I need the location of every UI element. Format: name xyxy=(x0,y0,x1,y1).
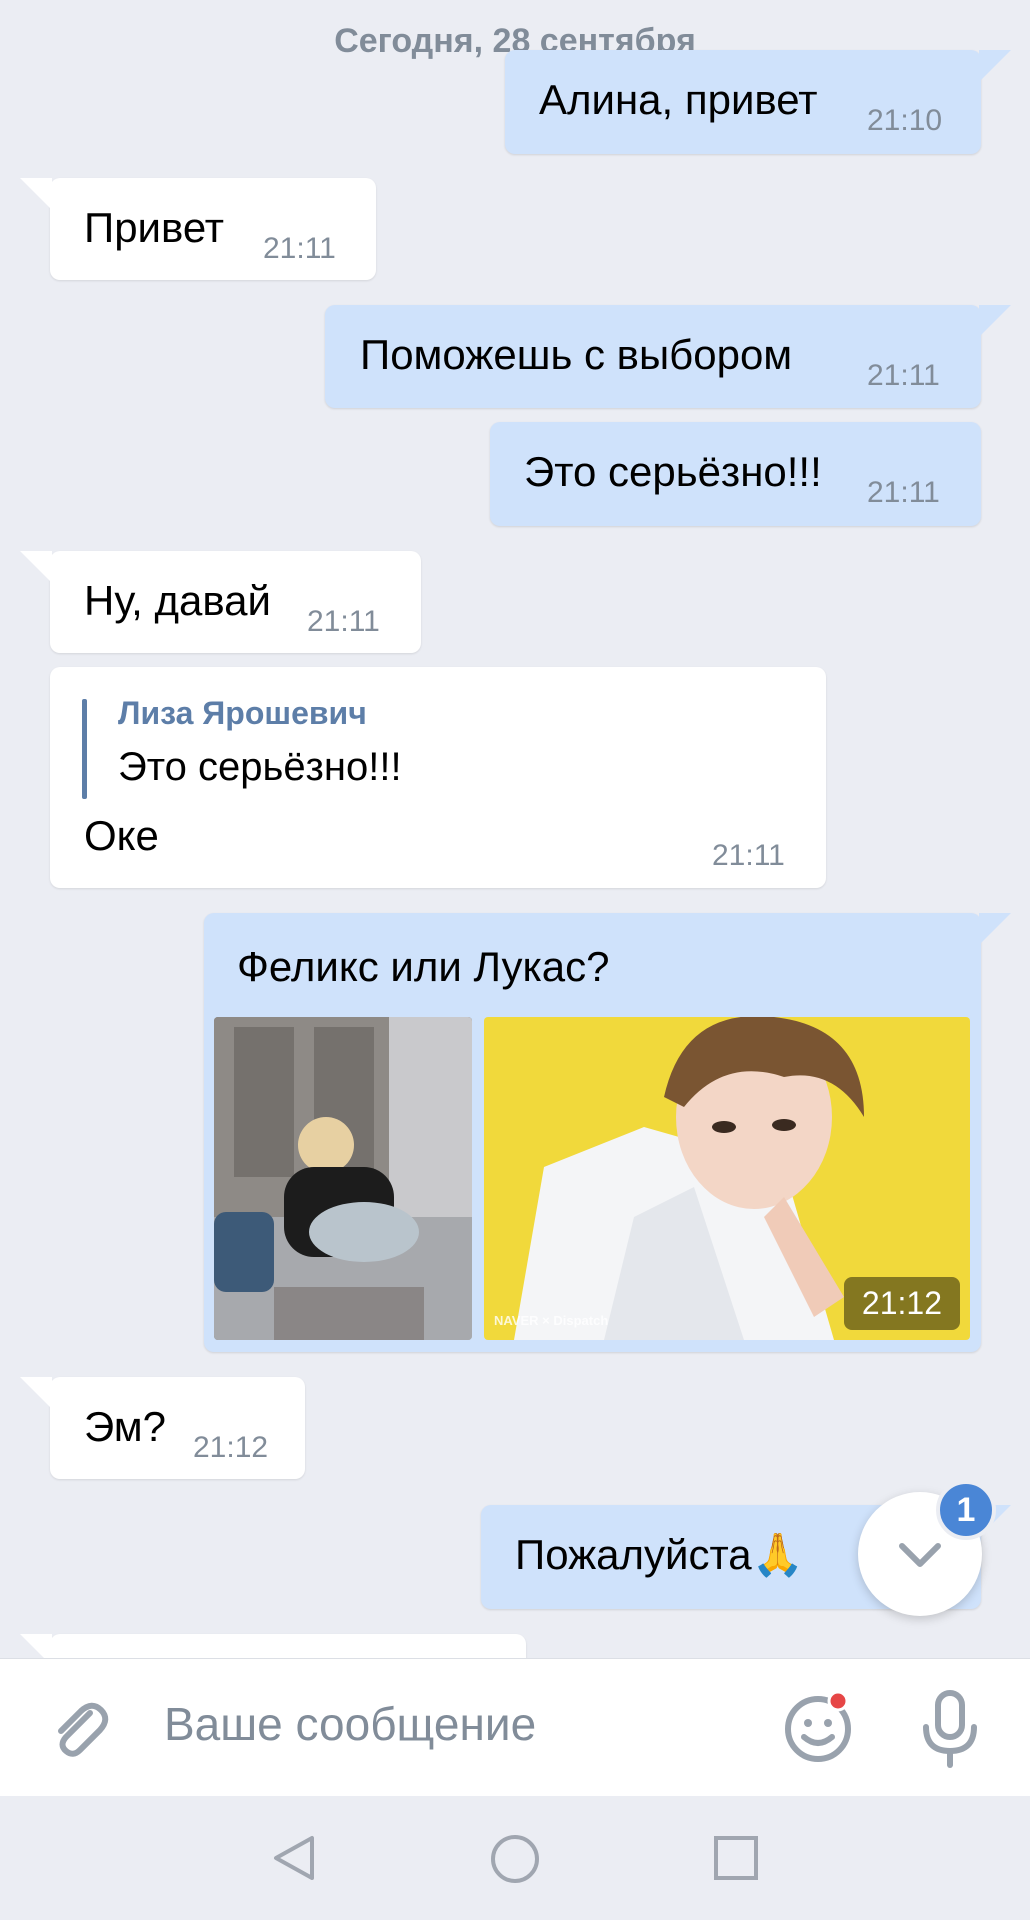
paperclip-icon xyxy=(58,1702,109,1757)
message-text: Алина, привет xyxy=(539,76,818,123)
reply-text: Это серьёзно!!! xyxy=(118,745,402,789)
message-input[interactable]: Ваше сообщение xyxy=(164,1697,536,1751)
message-time: 21:11 xyxy=(307,605,380,638)
message-outgoing[interactable]: Поможешь с выбором 21:11 xyxy=(325,305,1011,408)
voice-button[interactable] xyxy=(914,1687,986,1769)
microphone-icon xyxy=(923,1690,977,1768)
message-text: Ну, давай xyxy=(84,577,271,624)
back-triangle-icon xyxy=(274,1836,314,1880)
message-time: 21:11 xyxy=(867,359,940,392)
photo-attachment[interactable] xyxy=(214,1017,472,1340)
message-incoming[interactable]: Эм? 21:12 xyxy=(20,1377,305,1479)
emoji-icon xyxy=(785,1690,851,1762)
nav-home-button[interactable] xyxy=(488,1832,542,1886)
message-time: 21:12 xyxy=(193,1431,269,1464)
message-outgoing[interactable]: Это серьёзно!!! 21:11 xyxy=(490,422,981,526)
message-time: 21:11 xyxy=(263,232,336,265)
unread-count-badge: 1 xyxy=(936,1480,996,1540)
photo-watermark: NAVER × Dispatch xyxy=(494,1313,609,1328)
nav-recents-button[interactable] xyxy=(710,1832,762,1884)
message-incoming[interactable]: Привет 21:11 xyxy=(20,178,376,280)
photo-felix xyxy=(214,1017,472,1340)
message-text: Оке xyxy=(84,812,159,859)
nav-back-button[interactable] xyxy=(268,1832,320,1884)
system-nav-bar xyxy=(0,1796,1030,1920)
message-text: Эм? xyxy=(84,1403,166,1450)
message-outgoing-photos[interactable]: Феликс или Лукас? NAVER × Dispatch 21:12 xyxy=(204,913,1011,1352)
message-time: 21:12 xyxy=(843,1277,960,1330)
reply-author[interactable]: Лиза Ярошевич xyxy=(118,695,367,732)
attach-button[interactable] xyxy=(44,1693,114,1763)
message-text: Привет xyxy=(84,204,225,251)
message-text: Феликс или Лукас? xyxy=(237,943,610,990)
emoji-button[interactable] xyxy=(780,1689,856,1765)
message-incoming[interactable]: Ну, давай 21:11 xyxy=(20,551,421,653)
recents-square-icon xyxy=(714,1836,758,1880)
message-text: Это серьёзно!!! xyxy=(524,448,822,495)
home-circle-icon xyxy=(491,1835,539,1883)
message-text: Пожалуйста🙏 xyxy=(515,1531,804,1578)
message-composer: Ваше сообщение xyxy=(0,1658,1030,1797)
message-incoming-partial[interactable] xyxy=(20,1634,526,1658)
message-outgoing[interactable]: Алина, привет 21:10 xyxy=(505,50,1011,154)
reply-quote-bar xyxy=(82,699,87,799)
message-time: 21:11 xyxy=(712,839,785,872)
photo-attachment[interactable]: NAVER × Dispatch 21:12 xyxy=(484,1017,970,1340)
message-text: Поможешь с выбором xyxy=(360,331,793,378)
chat-area[interactable]: Сегодня, 28 сентября Алина, привет 21:10… xyxy=(0,0,1030,1658)
message-time: 21:11 xyxy=(867,476,940,509)
message-incoming-reply[interactable]: Лиза Ярошевич Это серьёзно!!! Оке 21:11 xyxy=(50,667,826,888)
message-time: 21:10 xyxy=(867,104,943,137)
